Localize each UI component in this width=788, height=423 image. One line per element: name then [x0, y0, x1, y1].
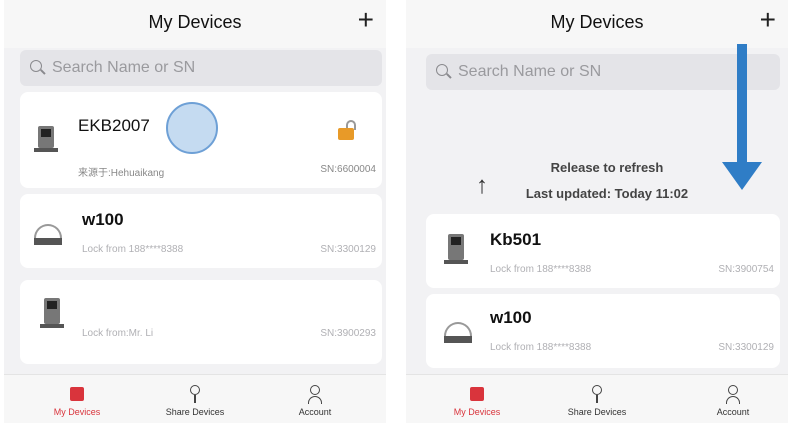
header: My Devices +: [4, 0, 386, 48]
device-source: 来源于:Hehuaikang: [78, 168, 165, 179]
pull-down-arrow-icon: [722, 44, 762, 190]
person-icon: [308, 385, 322, 404]
device-sn: SN:3300129: [718, 342, 774, 353]
device-sn: SN:3900754: [718, 264, 774, 275]
page-title: My Devices: [550, 12, 644, 32]
tab-account[interactable]: Account: [688, 381, 778, 417]
tab-my-devices[interactable]: My Devices: [432, 381, 522, 417]
round-lock-icon: [34, 224, 62, 246]
device-card-w100[interactable]: w100 Lock from 188****8388 SN:3300129: [426, 294, 780, 368]
key-pin-icon: [592, 385, 602, 403]
device-source: Lock from:Mr. Li: [82, 328, 154, 339]
left-screen: My Devices + Search Name or SN EKB2007 来…: [4, 0, 386, 423]
tab-label: Share Devices: [165, 407, 225, 417]
search-placeholder: Search Name or SN: [458, 63, 602, 80]
header: My Devices +: [406, 0, 788, 48]
device-name: Kb501: [490, 230, 542, 249]
tab-bar: My Devices Share Devices Account: [406, 374, 788, 423]
round-lock-icon: [444, 322, 472, 344]
tab-bar: My Devices Share Devices Account: [4, 374, 386, 423]
device-card-3[interactable]: Lock from:Mr. Li SN:3900293: [20, 280, 382, 364]
door-lock-icon: [34, 126, 58, 152]
add-device-button[interactable]: +: [358, 6, 374, 34]
tab-label: Account: [298, 407, 332, 417]
door-lock-icon: [40, 298, 64, 328]
tab-share-devices[interactable]: Share Devices: [150, 381, 240, 417]
device-source: Lock from 188****8388: [490, 264, 592, 275]
device-source: Lock from 188****8388: [82, 244, 184, 255]
tab-label: My Devices: [53, 407, 101, 417]
device-name: EKB2007: [78, 116, 150, 135]
person-icon: [726, 385, 740, 404]
device-card-w100[interactable]: w100 Lock from 188****8388 SN:3300129: [20, 194, 382, 268]
device-sn: SN:6600004: [320, 164, 376, 175]
device-source: Lock from 188****8388: [490, 342, 592, 353]
right-screen: My Devices + Search Name or SN ↑ Release…: [406, 0, 788, 423]
tab-label: Account: [716, 407, 750, 417]
search-placeholder: Search Name or SN: [52, 59, 196, 76]
page-title: My Devices: [148, 12, 242, 32]
tab-label: My Devices: [453, 407, 501, 417]
device-name: w100: [490, 308, 532, 327]
devices-bag-icon: [70, 387, 84, 401]
door-lock-icon: [444, 234, 468, 264]
tab-share-devices[interactable]: Share Devices: [552, 381, 642, 417]
unlocked-padlock-icon[interactable]: [338, 120, 356, 140]
tab-account[interactable]: Account: [270, 381, 360, 417]
device-sn: SN:3900293: [320, 328, 376, 339]
search-icon: [436, 64, 448, 76]
tab-my-devices[interactable]: My Devices: [32, 381, 122, 417]
add-device-button[interactable]: +: [760, 6, 776, 34]
search-icon: [30, 60, 42, 72]
tab-label: Share Devices: [567, 407, 627, 417]
device-sn: SN:3300129: [320, 244, 376, 255]
search-input[interactable]: Search Name or SN: [20, 50, 382, 86]
tap-indicator: [166, 102, 218, 154]
key-pin-icon: [190, 385, 200, 403]
devices-bag-icon: [470, 387, 484, 401]
device-name: w100: [82, 210, 124, 229]
device-card-kb501[interactable]: Kb501 Lock from 188****8388 SN:3900754: [426, 214, 780, 288]
